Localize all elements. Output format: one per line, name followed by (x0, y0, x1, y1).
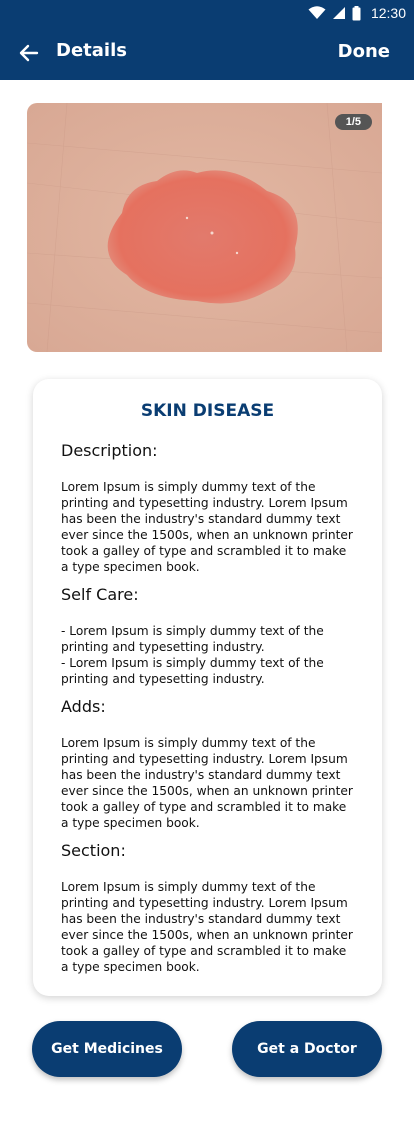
page-title: Details (56, 40, 127, 61)
text-line: has been the industry's standard dummy t… (61, 912, 341, 926)
text-line: took a galley of type and scrambled it t… (61, 800, 347, 814)
status-bar: 12:30 (308, 0, 414, 26)
skin-photo[interactable]: 1/5 (27, 103, 382, 352)
card-title: SKIN DISEASE (140, 401, 275, 421)
wifi-icon (308, 6, 326, 19)
signal-icon (332, 7, 345, 19)
text-line: a type specimen book. (61, 960, 200, 974)
description-heading: Description: (61, 441, 158, 460)
text-line: printing and typesetting industry. (61, 640, 265, 654)
adds-heading: Adds: (61, 697, 106, 716)
description-text: Lorem Ipsum is simply dummy text of the … (61, 479, 356, 575)
text-line: - Lorem Ipsum is simply dummy text of th… (61, 656, 324, 670)
image-counter-badge: 1/5 (334, 114, 372, 130)
battery-icon (352, 5, 361, 20)
done-button[interactable]: Done (338, 41, 390, 62)
app-bar: 12:30 Details Done (0, 0, 414, 80)
text-line: has been the industry's standard dummy t… (61, 768, 341, 782)
text-line: ever since the 1500s, when an unknown pr… (61, 928, 353, 942)
title-bar: Details Done (0, 30, 414, 74)
back-button[interactable] (14, 38, 44, 68)
self-care-heading: Self Care: (61, 585, 139, 604)
text-line: Lorem Ipsum is simply dummy text of the (61, 736, 316, 750)
text-line: Lorem Ipsum is simply dummy text of the (61, 480, 316, 494)
text-line: printing and typesetting industry. Lorem… (61, 896, 348, 910)
self-care-text: - Lorem Ipsum is simply dummy text of th… (61, 623, 356, 687)
get-doctor-button[interactable]: Get a Doctor (232, 1021, 382, 1077)
disease-info-card: SKIN DISEASE Description: Lorem Ipsum is… (33, 379, 382, 996)
section-heading: Section: (61, 841, 126, 860)
adds-text: Lorem Ipsum is simply dummy text of the … (61, 735, 356, 831)
skin-lesion-image (27, 103, 382, 352)
status-time: 12:30 (370, 5, 406, 21)
text-line: ever since the 1500s, when an unknown pr… (61, 784, 353, 798)
text-line: printing and typesetting industry. Lorem… (61, 496, 348, 510)
arrow-left-icon (19, 44, 39, 62)
get-medicines-button[interactable]: Get Medicines (32, 1021, 182, 1077)
text-line: Lorem Ipsum is simply dummy text of the (61, 880, 316, 894)
text-line: ever since the 1500s, when an unknown pr… (61, 528, 353, 542)
section-text: Lorem Ipsum is simply dummy text of the … (61, 879, 356, 975)
text-line: took a galley of type and scrambled it t… (61, 544, 347, 558)
text-line: took a galley of type and scrambled it t… (61, 944, 347, 958)
text-line: printing and typesetting industry. (61, 672, 265, 686)
text-line: a type specimen book. (61, 816, 200, 830)
text-line: - Lorem Ipsum is simply dummy text of th… (61, 624, 324, 638)
text-line: printing and typesetting industry. Lorem… (61, 752, 348, 766)
text-line: has been the industry's standard dummy t… (61, 512, 341, 526)
text-line: a type specimen book. (61, 560, 200, 574)
